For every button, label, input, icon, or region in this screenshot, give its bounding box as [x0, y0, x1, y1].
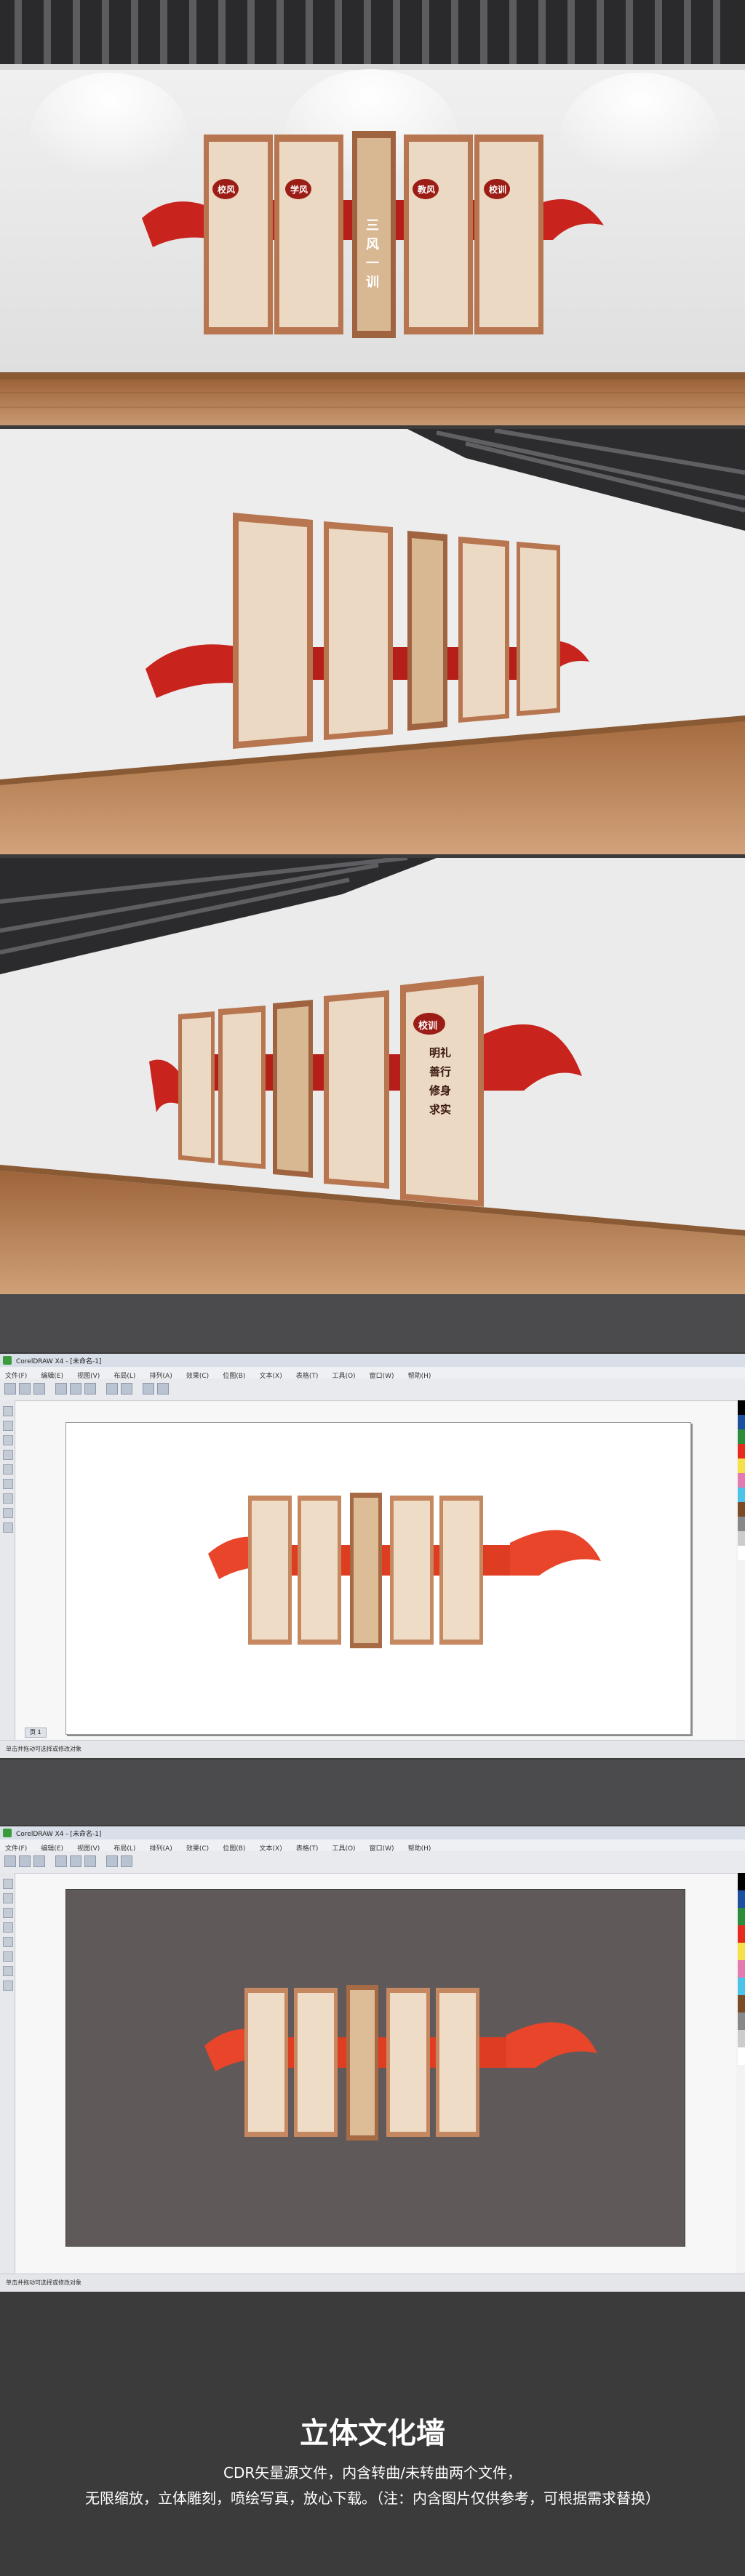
- editor-statusbar: 单击并拖动可选择或修改对象: [0, 1740, 745, 1758]
- redo-icon[interactable]: [121, 1383, 132, 1395]
- text-tool-icon[interactable]: [3, 1508, 13, 1518]
- document-page-dark: [65, 1889, 685, 2247]
- artwork-preview: [208, 1493, 601, 1648]
- export-icon[interactable]: [157, 1383, 169, 1395]
- editor-screenshot-white: CorelDRAW X4 - [未命名-1] 文件(F) 编辑(E) 视图(V)…: [0, 1354, 745, 1758]
- editor-toolbox: [0, 1400, 15, 1741]
- editor-toolbar-2: [0, 1851, 745, 1874]
- copy-icon[interactable]: [70, 1855, 81, 1867]
- artwork-preview-2: [204, 1985, 597, 2140]
- crop-tool-icon[interactable]: [3, 1908, 13, 1918]
- redo-icon[interactable]: [121, 1855, 132, 1867]
- app-logo-icon: [3, 1356, 12, 1365]
- editor-menubar-2: 文件(F) 编辑(E) 视图(V) 布局(L) 排列(A) 效果(C) 位图(B…: [0, 1839, 745, 1853]
- banner-3-badge: 教风: [418, 185, 436, 195]
- render-scene-angle-right: 校训 明礼 善行 修身 求实: [0, 858, 745, 1294]
- zoom-tool-icon[interactable]: [3, 1922, 13, 1933]
- paste-icon[interactable]: [84, 1383, 96, 1395]
- paste-icon[interactable]: [84, 1855, 96, 1867]
- open-icon[interactable]: [19, 1383, 31, 1395]
- editor-window-title: CorelDRAW X4 - [未命名-1]: [16, 1358, 102, 1365]
- shape-tool-icon[interactable]: [3, 1893, 13, 1903]
- text-tool-icon[interactable]: [3, 1981, 13, 1991]
- page-tab[interactable]: 页 1: [25, 1728, 47, 1738]
- banner-4-badge-scene3: 校训: [418, 1021, 438, 1032]
- save-icon[interactable]: [33, 1383, 45, 1395]
- pick-tool-icon[interactable]: [3, 1406, 13, 1416]
- banner-2-badge: 学风: [290, 185, 308, 195]
- pick-tool-icon[interactable]: [3, 1879, 13, 1889]
- fill-tool-icon[interactable]: [3, 1522, 13, 1533]
- banner-4-line-2: 善行: [429, 1065, 452, 1078]
- editor-statusbar-2: 单击并拖动可选择或修改对象: [0, 2274, 745, 2292]
- separator-band-2: [0, 1760, 745, 1825]
- status-text-2: 单击并拖动可选择或修改对象: [6, 2279, 81, 2286]
- app-logo-icon: [3, 1829, 12, 1837]
- color-palette-2: [738, 1873, 745, 2274]
- open-icon[interactable]: [19, 1855, 31, 1867]
- ellipse-tool-icon[interactable]: [3, 1493, 13, 1504]
- editor-toolbar: [0, 1379, 745, 1401]
- editor-titlebar-2: CorelDRAW X4 - [未命名-1]: [0, 1826, 745, 1840]
- editor-canvas-2[interactable]: [16, 1874, 736, 2273]
- freehand-tool-icon[interactable]: [3, 1937, 13, 1947]
- angled-wall-render-2: [0, 858, 745, 1294]
- cut-icon[interactable]: [55, 1855, 67, 1867]
- editor-screenshot-grey: CorelDRAW X4 - [未命名-1] 文件(F) 编辑(E) 视图(V)…: [0, 1826, 745, 2292]
- undo-icon[interactable]: [106, 1383, 118, 1395]
- footer-title: 立体文化墙: [300, 2417, 445, 2450]
- angled-wall-render: [0, 429, 745, 854]
- front-wall-render: [0, 0, 745, 425]
- footer-section: 立体文化墙 CDR矢量源文件，内含转曲/未转曲两个文件， 无限缩放，立体雕刻，喷…: [0, 2292, 745, 2576]
- document-page: [65, 1422, 691, 1735]
- save-icon[interactable]: [33, 1855, 45, 1867]
- footer-line-2: 无限缩放，立体雕刻，喷绘写真，放心下载。（注：内含图片仅供参考，可根据需求替换）: [85, 2489, 660, 2507]
- editor-canvas[interactable]: 页 1: [16, 1402, 736, 1739]
- new-doc-icon[interactable]: [4, 1855, 16, 1867]
- cut-icon[interactable]: [55, 1383, 67, 1395]
- editor-titlebar: CorelDRAW X4 - [未命名-1]: [0, 1354, 745, 1368]
- banner-4-line-3: 修身: [429, 1084, 452, 1097]
- footer-line-1: CDR矢量源文件，内含转曲/未转曲两个文件，: [223, 2464, 522, 2481]
- shape-tool-icon[interactable]: [3, 1421, 13, 1431]
- banner-4-line-1: 明礼: [429, 1046, 452, 1059]
- banner-4-badge: 校训: [489, 185, 507, 195]
- rectangle-tool-icon[interactable]: [3, 1479, 13, 1489]
- separator-band: [0, 1294, 745, 1352]
- banner-4-line-4: 求实: [429, 1103, 452, 1116]
- color-palette: [738, 1400, 745, 1741]
- editor-window-title-2: CorelDRAW X4 - [未命名-1]: [16, 1831, 102, 1838]
- crop-tool-icon[interactable]: [3, 1435, 13, 1445]
- banner-4-lines: 明礼 善行 修身 求实: [429, 1043, 451, 1119]
- ellipse-tool-icon[interactable]: [3, 1966, 13, 1976]
- render-scene-front: 校风 学风 教风 校训 三风一训: [0, 0, 745, 425]
- banner-1-badge: 校风: [218, 185, 236, 195]
- undo-icon[interactable]: [106, 1855, 118, 1867]
- editor-menubar: 文件(F) 编辑(E) 视图(V) 布局(L) 排列(A) 效果(C) 位图(B…: [0, 1367, 745, 1380]
- zoom-tool-icon[interactable]: [3, 1450, 13, 1460]
- import-icon[interactable]: [143, 1383, 154, 1395]
- freehand-tool-icon[interactable]: [3, 1464, 13, 1474]
- center-plaque-text: 三风一训: [364, 218, 379, 294]
- render-scene-angle-left: [0, 429, 745, 854]
- status-text: 单击并拖动可选择或修改对象: [6, 1746, 81, 1752]
- copy-icon[interactable]: [70, 1383, 81, 1395]
- rectangle-tool-icon[interactable]: [3, 1951, 13, 1962]
- new-doc-icon[interactable]: [4, 1383, 16, 1395]
- editor-toolbox-2: [0, 1873, 15, 2274]
